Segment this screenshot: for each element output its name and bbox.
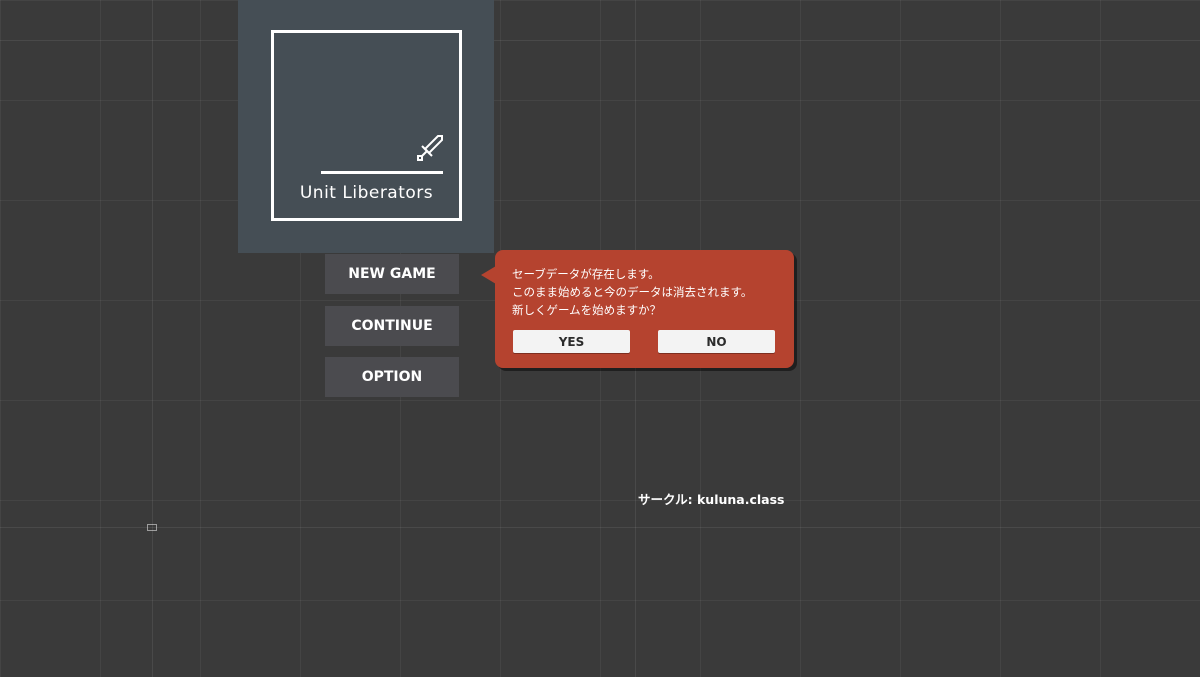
game-title: Unit Liberators <box>299 183 434 203</box>
no-button[interactable]: NO <box>658 330 775 353</box>
game-logo: Unit Liberators <box>271 30 462 221</box>
title-panel: Unit Liberators <box>238 0 494 253</box>
grid-line <box>0 527 1200 528</box>
dialog-message-line: 新しくゲームを始めますか？ <box>512 303 662 317</box>
new-game-button[interactable]: NEW GAME <box>325 254 459 294</box>
dialog-pointer <box>481 266 496 284</box>
dialog-message-line: セーブデータが存在します。 <box>512 267 660 281</box>
grid-line <box>0 40 1200 41</box>
dialog-message: セーブデータが存在します。 このまま始めると今のデータは消去されます。 新しくゲ… <box>512 265 752 319</box>
sword-icon <box>417 135 443 161</box>
circle-credit: サークル: kuluna.class <box>638 492 785 507</box>
grid-line <box>152 0 153 677</box>
confirm-dialog: セーブデータが存在します。 このまま始めると今のデータは消去されます。 新しくゲ… <box>481 250 794 368</box>
editor-marker <box>147 524 157 531</box>
option-button[interactable]: OPTION <box>325 357 459 397</box>
dialog-message-line: このまま始めると今のデータは消去されます。 <box>512 285 753 299</box>
yes-button[interactable]: YES <box>513 330 630 353</box>
logo-underline <box>321 171 443 174</box>
continue-button[interactable]: CONTINUE <box>325 306 459 346</box>
